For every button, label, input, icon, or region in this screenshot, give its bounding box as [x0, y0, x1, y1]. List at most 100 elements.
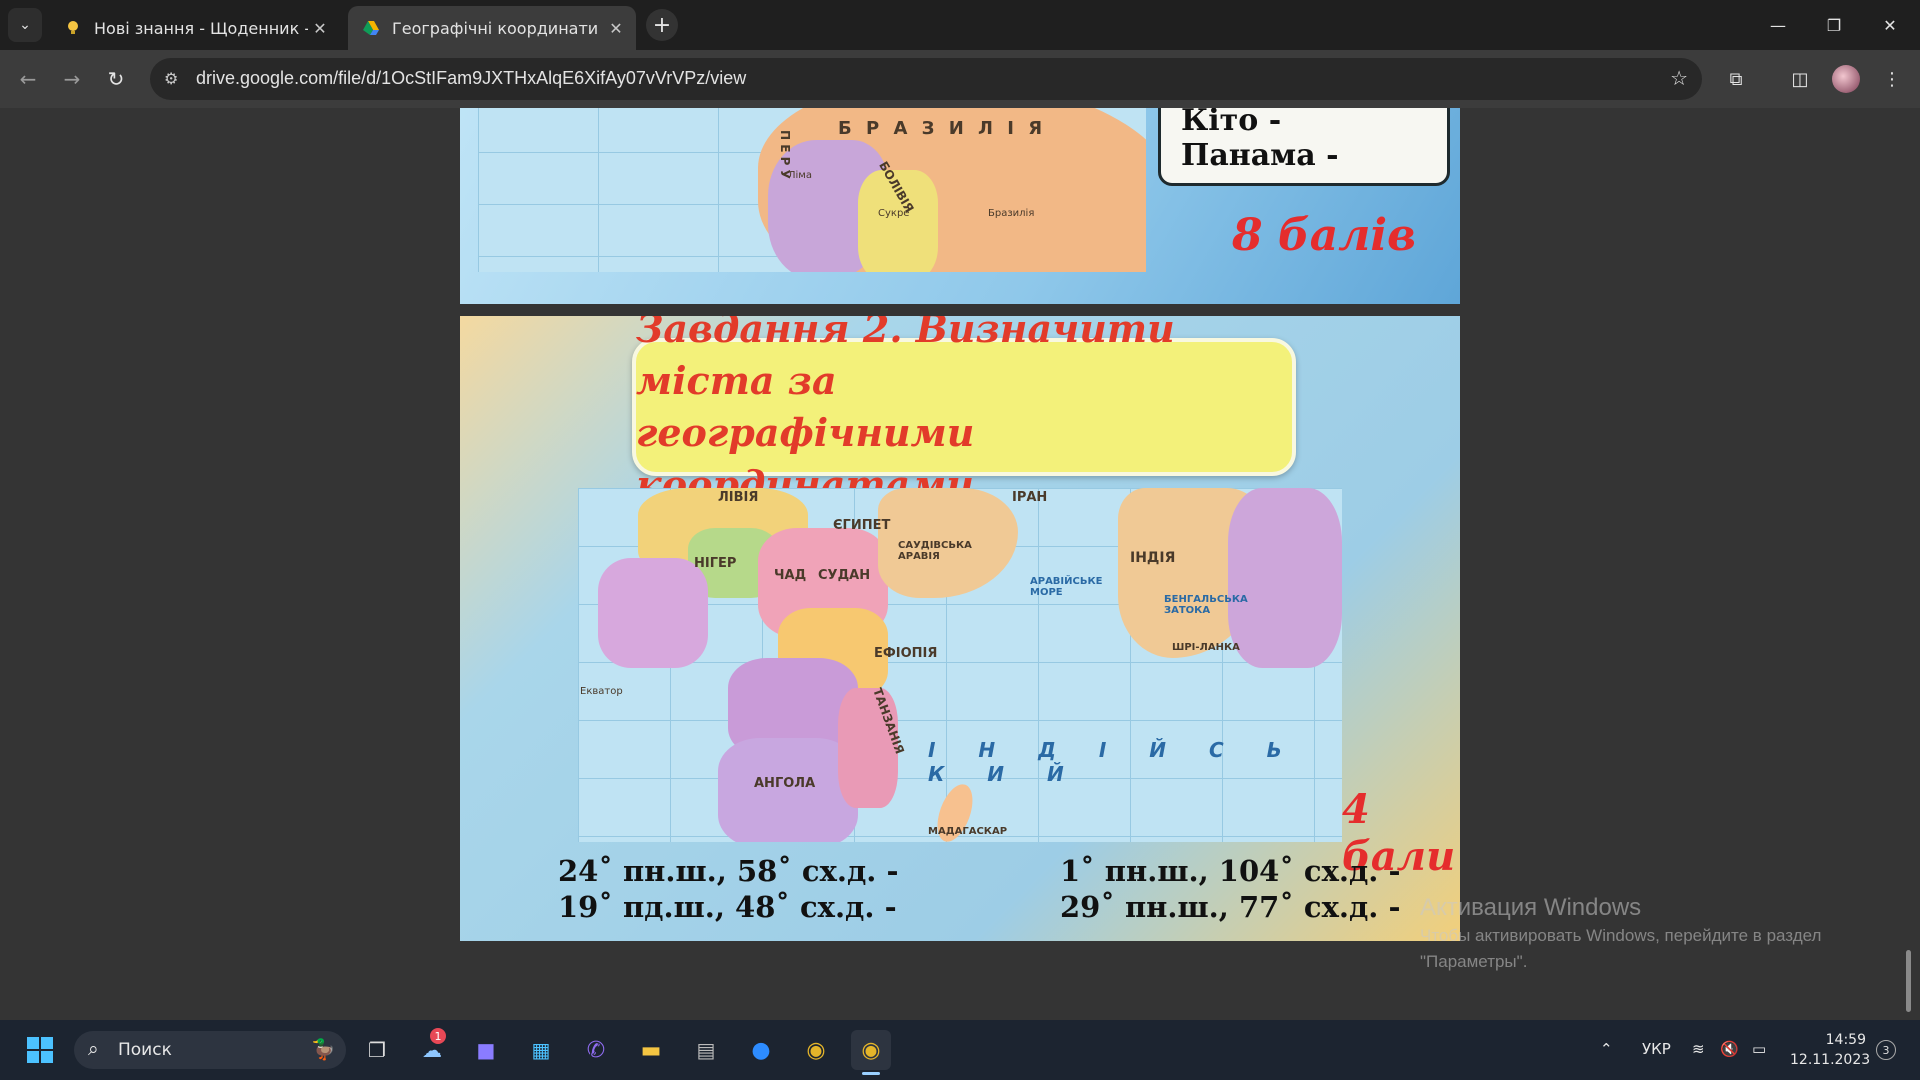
search-icon: ⌕: [88, 1038, 99, 1060]
url-text: drive.google.com/file/d/1OcStIFam9JXTHxA…: [196, 68, 747, 88]
address-bar[interactable]: ⚙ drive.google.com/file/d/1OcStIFam9JXTH…: [150, 58, 1702, 100]
zoom-app[interactable]: ●: [741, 1030, 781, 1070]
south-america-map: Б Р А З И Л І Я П Е Р У БОЛІВІЯ Ліма Сук…: [478, 108, 1146, 272]
ocean-label: І Н Д І Й С Ь К И Й: [928, 738, 1300, 786]
score-label: 8 балів: [1232, 210, 1417, 261]
activation-watermark-text: Чтобы активировать Windows, перейдите в …: [1420, 926, 1822, 945]
pdf-page-1: Б Р А З И Л І Я П Е Р У БОЛІВІЯ Ліма Сук…: [460, 108, 1460, 304]
task-title: Завдання 2. Визначити міста за географіч…: [632, 316, 1296, 507]
wifi-icon[interactable]: ≋: [1692, 1040, 1705, 1058]
google-drive-icon: [363, 21, 379, 35]
close-window-button[interactable]: ✕: [1862, 0, 1918, 50]
minimize-icon: —: [1770, 15, 1786, 35]
map-label: САУДІВСЬКА АРАВІЯ: [898, 540, 972, 562]
map-label: ІНДІЯ: [1130, 550, 1176, 566]
coordinate-task: 19˚ пд.ш., 48˚ сх.д. -: [558, 890, 897, 924]
map-label: АНГОЛА: [754, 776, 816, 791]
new-tab-button[interactable]: +: [646, 9, 678, 41]
pdf-viewer: Б Р А З И Л І Я П Е Р У БОЛІВІЯ Ліма Сук…: [0, 108, 1920, 1020]
search-placeholder: Поиск: [118, 1040, 172, 1060]
meet-app[interactable]: ■: [466, 1030, 506, 1070]
activation-watermark-title: Активация Windows: [1420, 894, 1642, 921]
chevron-down-icon: ⌄: [19, 17, 31, 33]
clock-date: 12.11.2023: [1790, 1052, 1871, 1068]
bookmark-star-icon[interactable]: ☆: [1670, 66, 1688, 90]
store-app[interactable]: ▦: [521, 1030, 561, 1070]
forward-button[interactable]: →: [56, 63, 88, 95]
file-explorer-app[interactable]: ▬: [631, 1030, 671, 1070]
restore-button[interactable]: ❐: [1806, 0, 1862, 50]
answer-box: Кіто - Панама -: [1158, 108, 1450, 186]
side-panel-icon[interactable]: ◫: [1784, 63, 1816, 95]
task-title-line1: Завдання 2. Визначити міста за: [636, 316, 1175, 403]
map-label: Бразилія: [988, 208, 1035, 219]
back-button[interactable]: ←: [12, 63, 44, 95]
more-menu-icon[interactable]: ⋮: [1876, 63, 1908, 95]
map-label: НІГЕР: [694, 556, 737, 571]
calculator-icon: ▤: [696, 1038, 716, 1062]
africa-land: [578, 488, 908, 842]
close-icon: ✕: [1883, 15, 1897, 35]
pdf-page-2: Завдання 2. Визначити міста за географіч…: [460, 316, 1460, 941]
speaker-muted-icon[interactable]: 🔇: [1720, 1040, 1739, 1058]
tray-overflow-icon[interactable]: ⌃: [1600, 1040, 1613, 1058]
map-label: ШРІ-ЛАНКА: [1172, 642, 1240, 653]
taskbar-clock[interactable]: 14:59 12.11.2023: [1790, 1030, 1871, 1070]
map-label: Екватор: [580, 686, 623, 697]
activation-watermark-text: "Параметры".: [1420, 952, 1528, 971]
calculator-app[interactable]: ▤: [686, 1030, 726, 1070]
plus-icon: +: [652, 12, 672, 38]
language-indicator[interactable]: УКР: [1642, 1040, 1671, 1058]
southeast-asia-land: [1228, 488, 1342, 668]
chrome-icon: ◉: [806, 1037, 826, 1063]
tab-title: Географічні координати .pdf: [392, 18, 604, 38]
map-label: ЕФІОПІЯ: [874, 646, 938, 661]
arrow-left-icon: ←: [19, 67, 37, 91]
answer-line: Кіто -: [1181, 108, 1282, 138]
map-label: МАДАГАСКАР: [928, 826, 1008, 837]
map-label: АРАВІЙСЬКЕ МОРЕ: [1030, 576, 1103, 598]
coordinate-task: 1˚ пн.ш., 104˚ сх.д. -: [1060, 854, 1401, 888]
battery-icon[interactable]: ▭: [1752, 1040, 1766, 1058]
notification-badge: 1: [430, 1028, 446, 1044]
scrollbar-thumb[interactable]: [1906, 950, 1911, 1012]
chrome-app[interactable]: ◉: [796, 1030, 836, 1070]
reload-button[interactable]: ↻: [100, 63, 132, 95]
map-label: Сукре: [878, 208, 910, 219]
windows-logo-icon: [27, 1037, 53, 1063]
active-app-indicator: [862, 1072, 880, 1075]
tab-search-button[interactable]: ⌄: [8, 8, 42, 42]
map-label: ЄГИПЕТ: [833, 518, 891, 533]
viber-app[interactable]: ✆: [576, 1030, 616, 1070]
chrome-icon: ◉: [861, 1037, 881, 1063]
notification-center[interactable]: 3: [1876, 1040, 1896, 1060]
start-button[interactable]: [20, 1030, 60, 1070]
reload-icon: ↻: [107, 67, 125, 91]
arrow-right-icon: →: [63, 67, 81, 91]
chrome-profile-app[interactable]: ◉: [851, 1030, 891, 1070]
bulb-icon: [68, 21, 78, 34]
profile-avatar[interactable]: [1832, 65, 1860, 93]
task-view-icon: ❐: [368, 1038, 386, 1062]
map-label: БЕНГАЛЬСЬКА ЗАТОКА: [1164, 594, 1248, 616]
clock-time: 14:59: [1825, 1032, 1866, 1048]
tab-title: Нові знання - Щоденник - Ел: [94, 18, 308, 38]
taskbar-search[interactable]: ⌕ Поиск 🦆: [74, 1031, 346, 1069]
store-icon: ▦: [531, 1038, 551, 1062]
minimize-button[interactable]: —: [1750, 0, 1806, 50]
viber-icon: ✆: [586, 1037, 606, 1063]
map-label: ЛІВІЯ: [718, 490, 759, 505]
zoom-icon: ●: [751, 1037, 771, 1063]
extensions-icon[interactable]: ⧉: [1720, 63, 1752, 95]
task-view-button[interactable]: ❐: [357, 1030, 397, 1070]
close-tab-icon[interactable]: ✕: [604, 19, 628, 38]
search-highlight-icon: 🦆: [311, 1037, 336, 1061]
tab-geo-pdf[interactable]: Географічні координати .pdf ✕: [348, 6, 636, 50]
tab-novi-znannia[interactable]: Нові знання - Щоденник - Ел ✕: [50, 6, 340, 50]
map-label: Ліма: [788, 170, 812, 181]
close-tab-icon[interactable]: ✕: [308, 19, 332, 38]
coordinate-task: 24˚ пн.ш., 58˚ сх.д. -: [558, 854, 899, 888]
site-info-icon[interactable]: ⚙: [164, 69, 178, 88]
map-label: ЧАД: [774, 568, 807, 583]
folder-icon: ▬: [640, 1037, 662, 1063]
